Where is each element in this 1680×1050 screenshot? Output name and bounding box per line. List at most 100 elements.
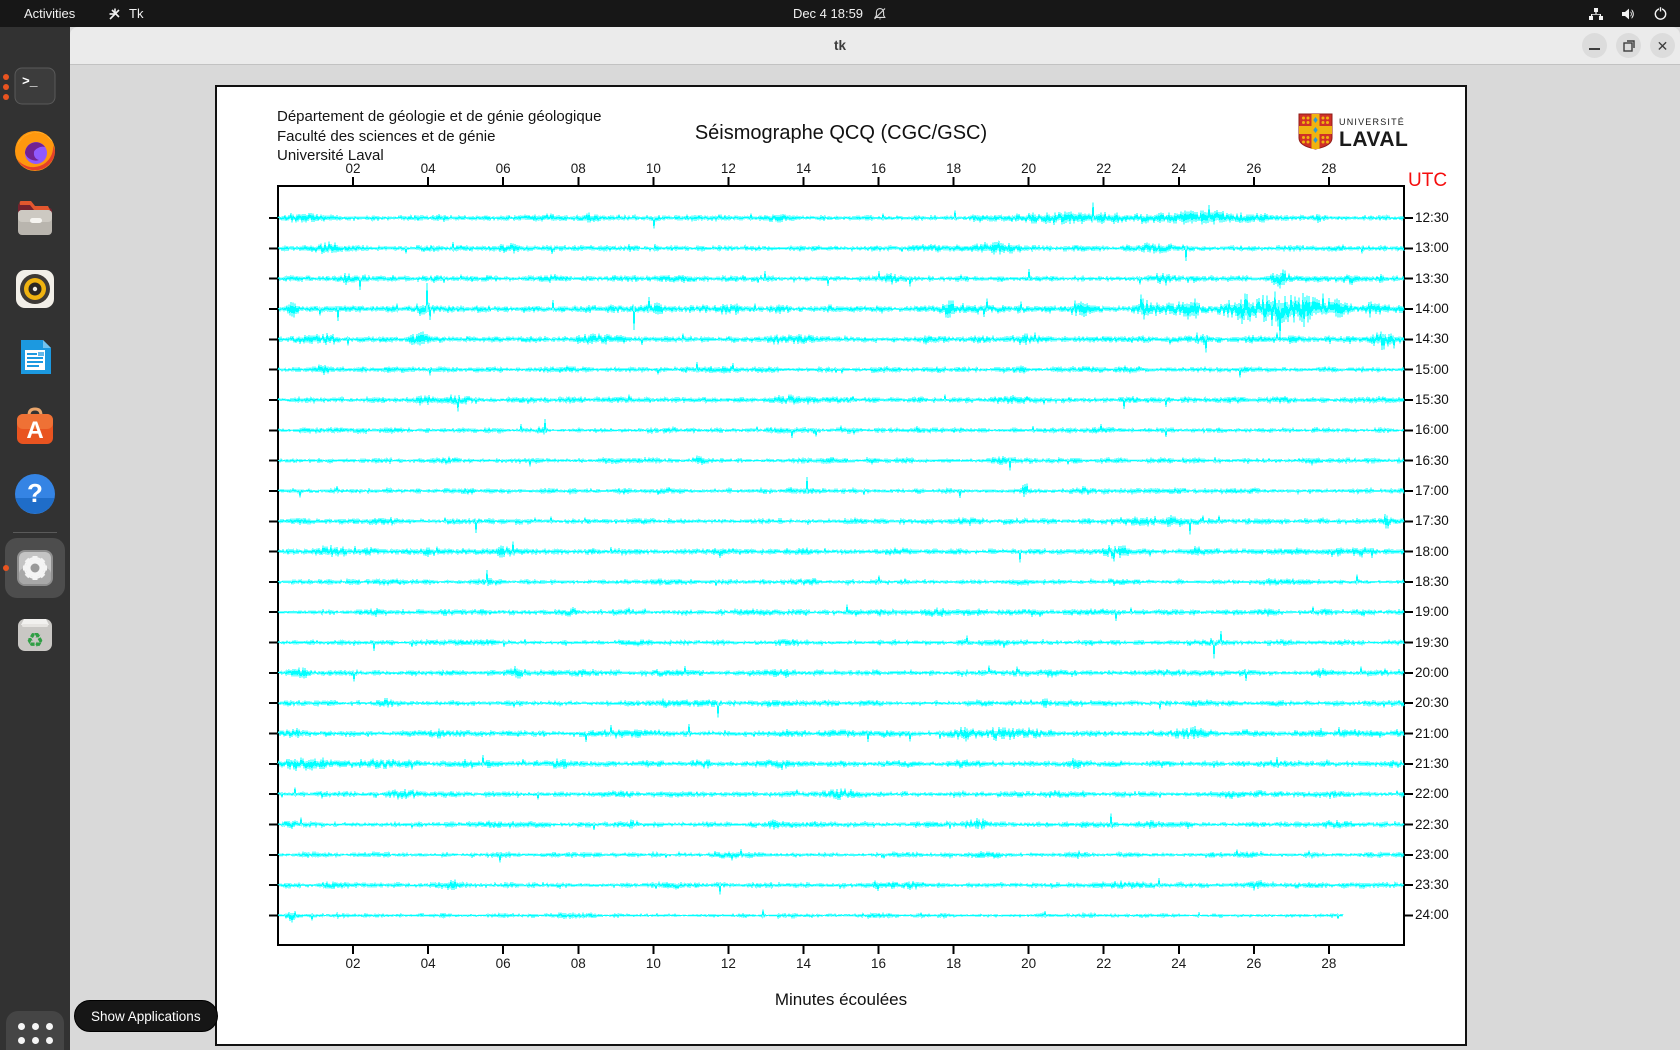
window-title: tk (760, 27, 920, 64)
utc-time-label: 24:00 (1415, 907, 1449, 922)
x-tick-label-bottom: 16 (859, 956, 899, 971)
utc-time-label: 16:30 (1415, 453, 1449, 468)
seismogram-trace-14:00 (278, 283, 1404, 341)
utc-time-label: 13:30 (1415, 271, 1449, 286)
x-axis-title: Minutes écoulées (217, 990, 1465, 1010)
activities-label: Activities (24, 6, 75, 21)
dock-item-firefox[interactable] (9, 125, 61, 177)
seismogram-trace-19:00 (278, 605, 1404, 621)
seismogram-trace-17:30 (278, 514, 1404, 535)
x-tick-label-bottom: 18 (934, 956, 974, 971)
seismogram-trace-21:00 (278, 724, 1404, 742)
x-tick-label-top: 10 (633, 161, 673, 176)
seismogram-trace-20:30 (278, 698, 1404, 717)
minimize-button[interactable] (1582, 33, 1607, 58)
svg-text:>_: >_ (22, 74, 38, 89)
utc-time-label: 22:30 (1415, 817, 1449, 832)
utc-time-label: 17:00 (1415, 483, 1449, 498)
x-tick-label-bottom: 24 (1159, 956, 1199, 971)
utc-time-label: 13:00 (1415, 240, 1449, 255)
x-tick-label-top: 04 (408, 161, 448, 176)
utc-time-label: 15:30 (1415, 392, 1449, 407)
x-tick-label-bottom: 26 (1234, 956, 1274, 971)
minimize-icon (1589, 48, 1600, 50)
seismogram-trace-13:00 (278, 241, 1404, 261)
seismogram-trace-15:30 (278, 395, 1404, 412)
tk-app-icon (108, 7, 122, 21)
do-not-disturb-bell-icon (873, 7, 887, 21)
x-tick-label-bottom: 14 (783, 956, 823, 971)
x-tick-label-bottom: 04 (408, 956, 448, 971)
x-tick-label-top: 12 (708, 161, 748, 176)
x-tick-label-top: 22 (1084, 161, 1124, 176)
network-wired-icon (1588, 6, 1604, 22)
dock-item-libreoffice-writer[interactable] (9, 331, 61, 383)
dock-item-files[interactable] (9, 193, 61, 245)
x-tick-label-top: 08 (558, 161, 598, 176)
activities-button[interactable]: Activities (14, 0, 85, 27)
tk-window: tk ✕ Département de géologie et de génie… (70, 27, 1680, 1050)
x-tick-label-bottom: 02 (333, 956, 373, 971)
dock-item-rhythmbox[interactable] (9, 263, 61, 315)
x-tick-label-bottom: 06 (483, 956, 523, 971)
utc-time-label: 14:30 (1415, 331, 1449, 346)
svg-text:A: A (26, 417, 43, 444)
seismogram-trace-14:30 (278, 332, 1404, 353)
x-tick-label-top: 26 (1234, 161, 1274, 176)
seismograph-canvas[interactable]: Département de géologie et de génie géol… (215, 85, 1467, 1046)
dock-item-trash[interactable]: ♻ (9, 608, 61, 660)
x-tick-label-top: 06 (483, 161, 523, 176)
close-icon: ✕ (1657, 39, 1669, 53)
x-tick-label-bottom: 12 (708, 956, 748, 971)
x-tick-label-bottom: 28 (1309, 956, 1349, 971)
desktop: Activities Tk Dec 4 18:59 (0, 0, 1680, 1050)
utc-time-label: 18:00 (1415, 544, 1449, 559)
utc-time-label: 21:00 (1415, 726, 1449, 741)
maximize-button[interactable] (1616, 33, 1641, 58)
x-tick-label-top: 02 (333, 161, 373, 176)
utc-time-label: 18:30 (1415, 574, 1449, 589)
clock-button[interactable]: Dec 4 18:59 (793, 6, 887, 21)
show-applications-button[interactable] (6, 1011, 64, 1050)
svg-text:♻: ♻ (26, 628, 44, 652)
dock-item-ubuntu-software[interactable]: A (9, 402, 61, 454)
show-applications-tooltip: Show Applications (74, 1000, 218, 1032)
clock-area: Dec 4 18:59 (0, 0, 1680, 27)
x-tick-label-top: 24 (1159, 161, 1199, 176)
seismogram-trace-12:30 (278, 203, 1404, 229)
tk-app-indicator[interactable]: Tk (108, 0, 143, 27)
utc-time-label: 22:00 (1415, 786, 1449, 801)
x-tick-label-top: 14 (783, 161, 823, 176)
close-button[interactable]: ✕ (1650, 33, 1675, 58)
tk-app-label: Tk (129, 6, 143, 21)
svg-text:?: ? (27, 478, 43, 508)
x-tick-label-top: 28 (1309, 161, 1349, 176)
clock-label: Dec 4 18:59 (793, 6, 863, 21)
seismogram-trace-16:00 (278, 419, 1404, 438)
system-status-area[interactable] (1588, 0, 1668, 27)
dock-item-settings[interactable] (9, 542, 61, 594)
x-tick-label-top: 18 (934, 161, 974, 176)
seismograph-plot (217, 87, 1465, 1044)
utc-time-label: 19:30 (1415, 635, 1449, 650)
maximize-icon (1623, 40, 1635, 52)
x-tick-label-bottom: 22 (1084, 956, 1124, 971)
seismogram-trace-24:00 (278, 910, 1343, 923)
tooltip-label: Show Applications (91, 1009, 201, 1024)
utc-time-label: 12:30 (1415, 210, 1449, 225)
dock-item-terminal[interactable]: >_ (9, 60, 61, 112)
dock-item-help[interactable]: ? (9, 468, 61, 520)
dock-separator (13, 532, 57, 533)
x-tick-label-bottom: 20 (1009, 956, 1049, 971)
volume-icon (1620, 6, 1637, 22)
utc-time-label: 20:30 (1415, 695, 1449, 710)
window-titlebar[interactable]: tk ✕ (70, 27, 1680, 65)
seismogram-trace-16:30 (278, 456, 1404, 471)
power-icon (1653, 6, 1668, 21)
x-tick-label-top: 16 (859, 161, 899, 176)
utc-time-label: 14:00 (1415, 301, 1449, 316)
x-tick-label-bottom: 08 (558, 956, 598, 971)
seismogram-trace-23:00 (278, 849, 1404, 863)
show-applications-grid-icon (18, 1023, 53, 1050)
seismogram-trace-15:00 (278, 362, 1404, 378)
